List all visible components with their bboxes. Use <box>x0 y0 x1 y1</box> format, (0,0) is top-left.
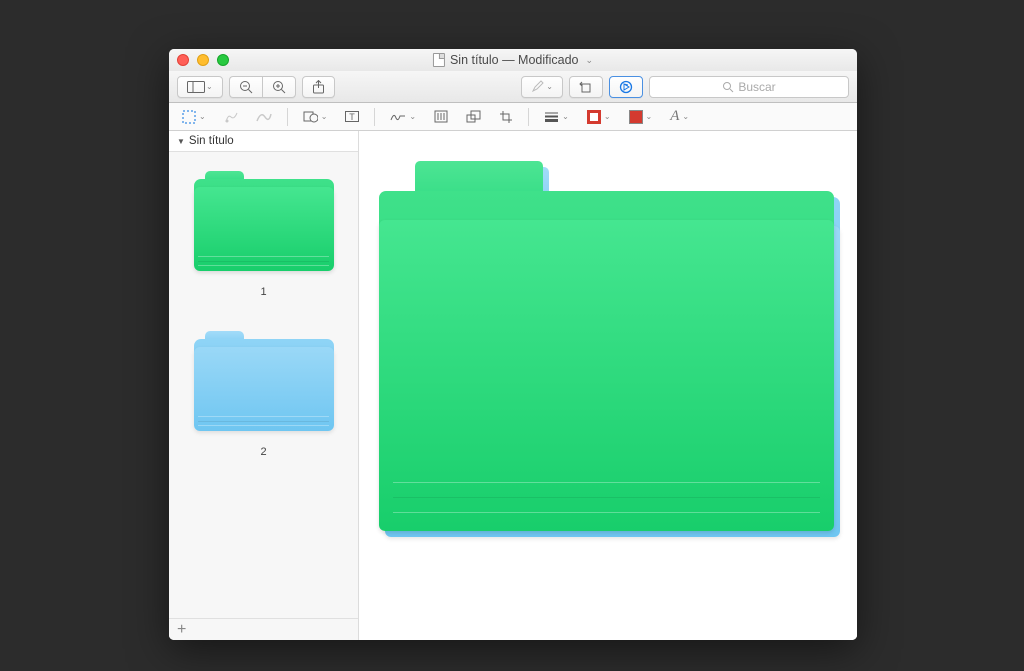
chevron-down-icon: ⌄ <box>546 82 553 91</box>
fill-swatch <box>629 110 643 124</box>
zoom-group <box>229 76 296 98</box>
thumbnail-list: 1 2 <box>169 152 358 618</box>
thumbnails-sidebar: ▼ Sin título 1 <box>169 131 359 640</box>
green-folder-icon <box>379 161 834 531</box>
border-swatch <box>587 110 601 124</box>
preview-window: Sin título — Modificado ⌄ ⌄ ⌄ <box>169 49 857 640</box>
adjust-size-tool[interactable] <box>463 108 484 125</box>
traffic-lights <box>177 54 229 66</box>
add-page-button[interactable]: + <box>177 621 186 639</box>
thumbnail-label: 1 <box>260 286 266 298</box>
main-toolbar: ⌄ ⌄ Buscar <box>169 71 857 103</box>
thumbnail-image <box>189 166 339 276</box>
markup-button[interactable] <box>609 76 643 98</box>
thumbnail-1[interactable]: 1 <box>169 166 358 298</box>
text-style-tool[interactable]: A⌄ <box>667 106 692 127</box>
line-style-tool[interactable]: ⌄ <box>541 109 572 124</box>
sidebar-title: Sin título <box>189 135 234 147</box>
thumbnail-2[interactable]: 2 <box>169 326 358 458</box>
titlebar[interactable]: Sin título — Modificado ⌄ <box>169 49 857 71</box>
window-title[interactable]: Sin título — Modificado ⌄ <box>433 53 593 67</box>
adjust-color-tool[interactable] <box>431 108 451 125</box>
markup-toolbar: ⌄ ⌄ T ⌄ ⌄ ⌄ <box>169 103 857 131</box>
title-text: Sin título — Modificado <box>450 53 579 67</box>
text-tool[interactable]: T <box>342 108 362 125</box>
sidebar-footer: + <box>169 618 358 640</box>
disclosure-triangle-icon: ▼ <box>177 137 185 146</box>
sidebar-toggle-button[interactable]: ⌄ <box>177 76 223 98</box>
instant-alpha-tool[interactable] <box>221 108 241 126</box>
crop-tool[interactable] <box>496 108 516 126</box>
search-icon <box>722 81 734 93</box>
canvas-area[interactable] <box>359 131 857 640</box>
svg-text:T: T <box>350 112 356 122</box>
thumbnail-label: 2 <box>260 446 266 458</box>
thumbnail-image <box>189 326 339 436</box>
border-color-tool[interactable]: ⌄ <box>584 108 614 126</box>
chevron-down-icon: ⌄ <box>206 82 213 91</box>
sidebar-header[interactable]: ▼ Sin título <box>169 131 358 152</box>
share-button[interactable] <box>302 76 335 98</box>
close-button[interactable] <box>177 54 189 66</box>
selection-tool[interactable]: ⌄ <box>179 108 209 126</box>
sign-tool[interactable]: ⌄ <box>387 108 419 125</box>
minimize-button[interactable] <box>197 54 209 66</box>
zoom-in-button[interactable] <box>262 76 296 98</box>
fill-color-tool[interactable]: ⌄ <box>626 108 656 126</box>
search-placeholder: Buscar <box>738 80 775 94</box>
shapes-tool[interactable]: ⌄ <box>300 108 331 125</box>
zoom-out-button[interactable] <box>229 76 262 98</box>
zoom-button[interactable] <box>217 54 229 66</box>
highlight-button[interactable]: ⌄ <box>521 76 563 98</box>
sketch-tool[interactable] <box>253 108 275 125</box>
content-area: ▼ Sin título 1 <box>169 131 857 640</box>
canvas-content[interactable] <box>379 161 837 541</box>
search-field[interactable]: Buscar <box>649 76 849 98</box>
document-icon <box>433 53 445 67</box>
chevron-down-icon: ⌄ <box>586 55 594 66</box>
rotate-button[interactable] <box>569 76 603 98</box>
